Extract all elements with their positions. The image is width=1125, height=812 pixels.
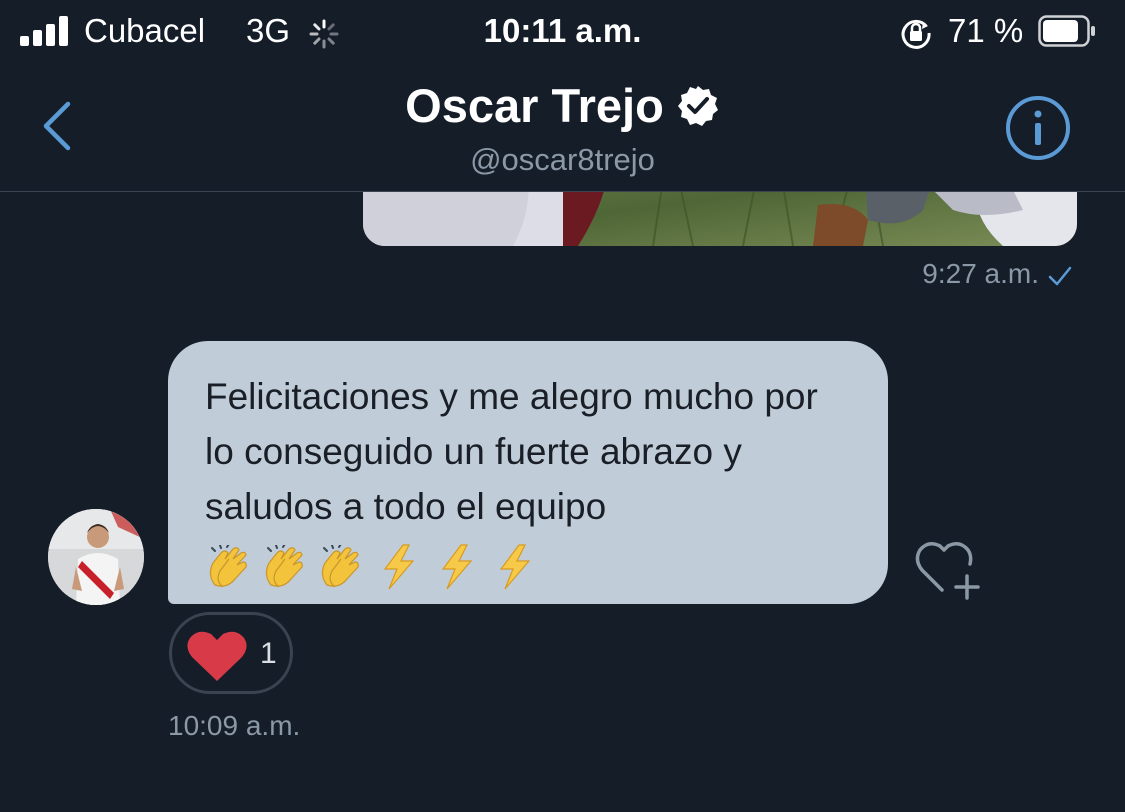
clapping-hands-icon bbox=[321, 542, 359, 588]
dm-conversation-screen: Cubacel 3G 10:11 a.m. 71 % 9:27 a.m. Osc… bbox=[0, 0, 1125, 812]
lightning-icon bbox=[383, 544, 415, 590]
battery-icon bbox=[1038, 15, 1095, 47]
emoji-row bbox=[205, 537, 547, 592]
lightning-icon bbox=[441, 544, 473, 590]
add-reaction-heart-icon[interactable] bbox=[912, 536, 986, 604]
rotation-lock-icon bbox=[901, 19, 931, 49]
battery-percentage: 71 % bbox=[948, 12, 1024, 49]
sent-time-text: 9:27 a.m. bbox=[922, 258, 1039, 289]
lightning-icon bbox=[499, 544, 531, 590]
received-message-timestamp: 10:09 a.m. bbox=[168, 710, 301, 741]
sent-message-timestamp: 9:27 a.m. bbox=[922, 258, 1073, 290]
network-type: 3G bbox=[246, 12, 291, 49]
contact-name: Oscar Trejo bbox=[405, 79, 664, 132]
message-body: Felicitaciones y me alegro mucho por lo … bbox=[205, 376, 818, 527]
status-time: 10:11 a.m. bbox=[483, 12, 642, 49]
reaction-count: 1 bbox=[260, 637, 277, 670]
avatar-photo bbox=[48, 509, 144, 605]
clapping-hands-icon bbox=[265, 542, 303, 588]
conversation-header: Oscar Trejo @oscar8trejo bbox=[0, 66, 1125, 192]
sent-check-icon bbox=[1048, 266, 1072, 285]
clapping-hands-icon bbox=[209, 542, 247, 588]
heart-reaction-pill[interactable]: 1 bbox=[169, 612, 293, 694]
contact-handle: @oscar8trejo bbox=[470, 142, 655, 177]
received-message-bubble[interactable]: Felicitaciones y me alegro mucho por lo … bbox=[168, 341, 888, 604]
verified-badge-icon bbox=[677, 85, 718, 126]
signal-strength-icon bbox=[20, 16, 72, 46]
red-heart-icon bbox=[187, 631, 247, 681]
carrier-name: Cubacel bbox=[84, 12, 206, 49]
info-icon[interactable] bbox=[1004, 94, 1072, 162]
received-message-text: Felicitaciones y me alegro mucho por lo … bbox=[205, 369, 852, 592]
status-bar: Cubacel 3G 10:11 a.m. 71 % bbox=[0, 0, 1125, 66]
activity-spinner-icon bbox=[309, 19, 339, 49]
sender-avatar[interactable] bbox=[48, 509, 144, 605]
conversation-title[interactable]: Oscar Trejo bbox=[0, 78, 1125, 133]
